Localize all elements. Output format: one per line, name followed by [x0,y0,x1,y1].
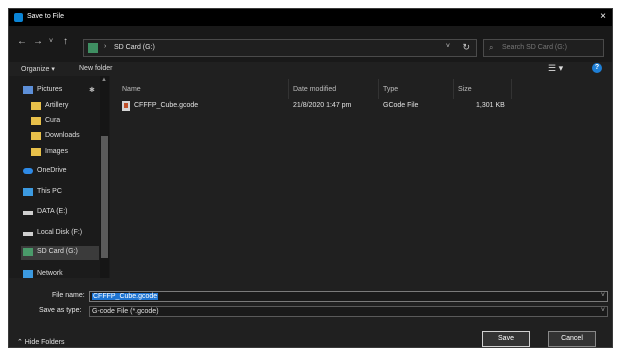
sidebar-item-label: This PC [37,188,62,195]
sidebar-item-label: SD Card (G:) [37,248,78,255]
pin-icon[interactable]: ✱ [89,86,95,94]
sidebar-item-label: Pictures [37,86,63,93]
file-name-value[interactable]: CFFFP_Cube.gcode [92,293,159,300]
save-dialog: Save to File × ← → ˅ ↑ › SD Card (G:) ˅ … [8,8,613,348]
column-divider[interactable] [378,79,379,99]
chevron-down-icon[interactable]: ˅ [601,307,605,314]
column-header-type[interactable]: Type [383,86,398,93]
file-name-field[interactable]: CFFFP_Cube.gcode ˅ [89,291,608,302]
search-box[interactable]: ⌕ Search SD Card (G:) [483,39,604,57]
sidebar-item-label: Artillery [45,102,69,109]
new-folder-button[interactable]: New folder [79,65,112,72]
folder-icon [31,102,41,110]
column-divider[interactable] [453,79,454,99]
sidebar-item-label: Cura [45,117,61,124]
scrollbar-thumb[interactable] [101,136,108,258]
sdcard-icon [88,43,98,53]
sidebar-item-label: DATA (E:) [37,208,68,215]
folder-icon [31,117,41,125]
save-as-type-select[interactable]: G-code File (*.gcode) ˅ [89,306,608,317]
drive-icon [23,232,33,236]
file-size: 1,301 KB [476,102,505,109]
file-list: Name Date modified Type Size CFFFP_Cube.… [110,76,612,278]
app-icon [14,13,23,22]
breadcrumb-separator-icon: › [104,43,107,50]
sidebar-scrollbar[interactable]: ▲ [100,76,109,278]
organize-button[interactable]: Organize ▾ [21,65,55,73]
file-name: CFFFP_Cube.gcode [134,102,199,109]
chevron-down-icon[interactable]: ˅ [601,292,605,299]
hide-folders-button[interactable]: ⌃ Hide Folders [17,338,65,346]
save-as-type-label: Save as type: [39,307,82,314]
column-divider[interactable] [511,79,512,99]
view-options-icon[interactable]: ☰ ▾ [548,63,563,74]
folder-icon [31,132,41,140]
search-placeholder[interactable]: Search SD Card (G:) [502,44,567,51]
command-toolbar: Organize ▾ New folder ☰ ▾ ? [9,62,612,76]
gcode-file-icon [122,101,130,111]
pictures-icon [23,86,33,94]
forward-arrow-icon[interactable]: → [33,36,43,47]
title-bar: Save to File × [9,9,612,26]
file-type: GCode File [383,102,419,109]
file-row[interactable]: CFFFP_Cube.gcode 21/8/2020 1:47 pm GCode… [122,100,522,114]
help-icon[interactable]: ? [592,63,602,73]
pc-icon [23,188,33,196]
column-header-name[interactable]: Name [122,86,141,93]
column-header-size[interactable]: Size [458,86,472,93]
search-icon: ⌕ [489,43,494,52]
save-footer: File name: CFFFP_Cube.gcode ˅ Save as ty… [9,278,612,347]
cancel-button[interactable]: Cancel [548,331,596,347]
sidebar-item-label: Downloads [45,132,80,139]
navigation-bar: ← → ˅ ↑ › SD Card (G:) ˅ ↻ ⌕ Search SD C… [9,26,612,62]
recent-locations-chevron-icon[interactable]: ˅ [49,38,53,45]
sidebar-item-label: Network [37,270,63,277]
sidebar-item-sd-card[interactable]: SD Card (G:) [21,246,99,260]
sidebar-item-label: Local Disk (F:) [37,229,83,236]
address-bar[interactable]: › SD Card (G:) ˅ ↻ [83,39,477,57]
cloud-icon [23,168,33,174]
breadcrumb-sd-card[interactable]: SD Card (G:) [114,44,155,51]
folder-icon [31,148,41,156]
save-button[interactable]: Save [482,331,530,347]
sidebar-item-label: OneDrive [37,167,67,174]
address-dropdown-icon[interactable]: ˅ [446,43,450,50]
column-header-date[interactable]: Date modified [293,86,336,93]
column-divider[interactable] [288,79,289,99]
window-title: Save to File [27,13,64,20]
navigation-pane: Pictures ✱ Artillery Cura Downloads Imag… [9,76,110,278]
drive-icon [23,211,33,215]
file-name-label: File name: [52,292,85,299]
scroll-up-icon[interactable]: ▲ [101,77,107,83]
sdcard-icon [23,248,33,256]
up-arrow-icon[interactable]: ↑ [63,36,68,47]
back-arrow-icon[interactable]: ← [17,36,27,47]
refresh-icon[interactable]: ↻ [462,42,470,53]
close-icon[interactable]: × [600,11,606,22]
network-icon [23,270,33,278]
save-as-type-value: G-code File (*.gcode) [92,308,159,315]
sidebar-item-label: Images [45,148,68,155]
file-date: 21/8/2020 1:47 pm [293,102,352,109]
